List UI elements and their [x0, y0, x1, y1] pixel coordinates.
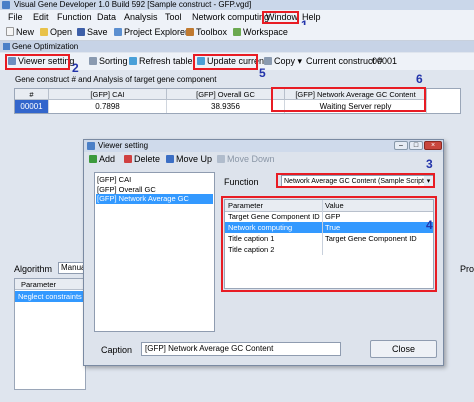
move-up-button[interactable]: Move Up — [166, 154, 212, 164]
right-panel-label: Pro — [460, 264, 474, 274]
panel-title: Gene Optimization — [12, 42, 79, 51]
function-highlight — [276, 173, 435, 188]
close-button[interactable]: Close — [370, 340, 437, 358]
grid-cell-index[interactable]: 00001 — [15, 100, 49, 113]
app-titlebar: Visual Gene Developer 1.0 Build 592 [Sam… — [0, 0, 474, 10]
grid-header-index[interactable]: # — [15, 89, 49, 100]
refresh-table-button[interactable]: Refresh table — [129, 56, 193, 66]
add-button[interactable]: Add — [89, 154, 115, 164]
menu-bar: File Edit Function Data Analysis Tool Ne… — [0, 10, 474, 25]
main-toolbar: New Open Save Project Explorer Toolbox W… — [0, 25, 474, 41]
viewer-setting-highlight — [5, 54, 70, 70]
menu-analysis[interactable]: Analysis — [124, 12, 158, 22]
component-list-item[interactable]: [GFP] CAI — [97, 175, 131, 184]
add-icon — [89, 155, 97, 163]
dialog-icon — [87, 142, 95, 150]
component-list-item[interactable]: [GFP] Overall GC — [97, 185, 156, 194]
app-title: Visual Gene Developer 1.0 Build 592 [Sam… — [14, 0, 252, 9]
delete-button[interactable]: Delete — [124, 154, 160, 164]
parameter-column-header[interactable]: Parameter — [15, 279, 85, 290]
current-construct-value: 00001 — [372, 56, 398, 66]
menu-file[interactable]: File — [8, 12, 23, 22]
menu-edit[interactable]: Edit — [33, 12, 49, 22]
parameter-table-highlight — [221, 196, 437, 292]
move-up-icon — [166, 155, 174, 163]
folder-icon — [40, 28, 48, 36]
minimize-button[interactable]: – — [394, 141, 408, 150]
grid-cell-overall-gc[interactable]: 38.9356 — [167, 100, 285, 113]
function-label: Function — [224, 177, 259, 187]
menu-network-computing[interactable]: Network computing — [192, 12, 269, 22]
sorting-button[interactable]: Sorting — [89, 56, 128, 66]
callout-3: 3 — [426, 157, 433, 171]
dialog-title: Viewer setting — [98, 141, 149, 150]
toolbox-icon — [186, 28, 194, 36]
copy-button[interactable]: Copy ▾ — [264, 56, 302, 67]
refresh-icon — [129, 57, 137, 65]
section-label: Gene construct # and Analysis of target … — [15, 75, 217, 84]
grid-header-overall-gc[interactable]: [GFP] Overall GC — [167, 89, 285, 100]
parameter-row-neglect-constraints[interactable]: Neglect constraints — [15, 291, 85, 302]
menu-function[interactable]: Function — [57, 12, 92, 22]
callout-2: 2 — [72, 61, 79, 75]
workspace-icon — [233, 28, 241, 36]
panel-icon — [3, 43, 10, 50]
grid-header-cai[interactable]: [GFP] CAI — [49, 89, 167, 100]
callout-5: 5 — [259, 66, 266, 80]
network-gc-column-highlight — [271, 87, 426, 112]
project-explorer-button[interactable]: Project Explorer — [114, 27, 188, 37]
algorithm-select[interactable]: Manua — [58, 262, 85, 274]
workspace-button[interactable]: Workspace — [233, 27, 288, 37]
sort-icon — [89, 57, 97, 65]
callout-6: 6 — [416, 72, 423, 86]
delete-icon — [124, 155, 132, 163]
caption-label: Caption — [101, 345, 133, 355]
new-button[interactable]: New — [6, 27, 34, 37]
maximize-button[interactable]: □ — [409, 141, 423, 150]
dialog-close-x-button[interactable]: × — [424, 141, 442, 150]
project-explorer-icon — [114, 28, 122, 36]
save-icon — [77, 28, 85, 36]
app-icon — [2, 1, 10, 9]
move-down-icon — [217, 155, 225, 163]
dialog-titlebar: Viewer setting – □ × — [84, 140, 443, 152]
caption-input[interactable]: [GFP] Network Average GC Content — [141, 342, 341, 356]
menu-tool[interactable]: Tool — [165, 12, 182, 22]
menu-data[interactable]: Data — [97, 12, 116, 22]
grid-cell-cai[interactable]: 0.7898 — [49, 100, 167, 113]
chevron-down-icon: ▾ — [297, 56, 303, 66]
copy-icon — [264, 57, 272, 65]
update-current-highlight — [193, 54, 258, 70]
window-menu-highlight — [262, 11, 299, 24]
component-list[interactable]: [GFP] CAI [GFP] Overall GC [GFP] Network… — [94, 172, 215, 332]
component-list-item-selected[interactable]: [GFP] Network Average GC Content — [96, 194, 213, 213]
algorithm-parameter-list[interactable]: Parameter Neglect constraints — [14, 278, 86, 390]
move-down-button[interactable]: Move Down — [217, 154, 275, 164]
open-button[interactable]: Open — [40, 27, 72, 37]
toolbox-button[interactable]: Toolbox — [186, 27, 227, 37]
save-button[interactable]: Save — [77, 27, 108, 37]
algorithm-label: Algorithm — [14, 264, 53, 274]
new-file-icon — [6, 27, 14, 36]
callout-4: 4 — [426, 218, 433, 232]
gene-optimization-header: Gene Optimization — [0, 41, 474, 52]
